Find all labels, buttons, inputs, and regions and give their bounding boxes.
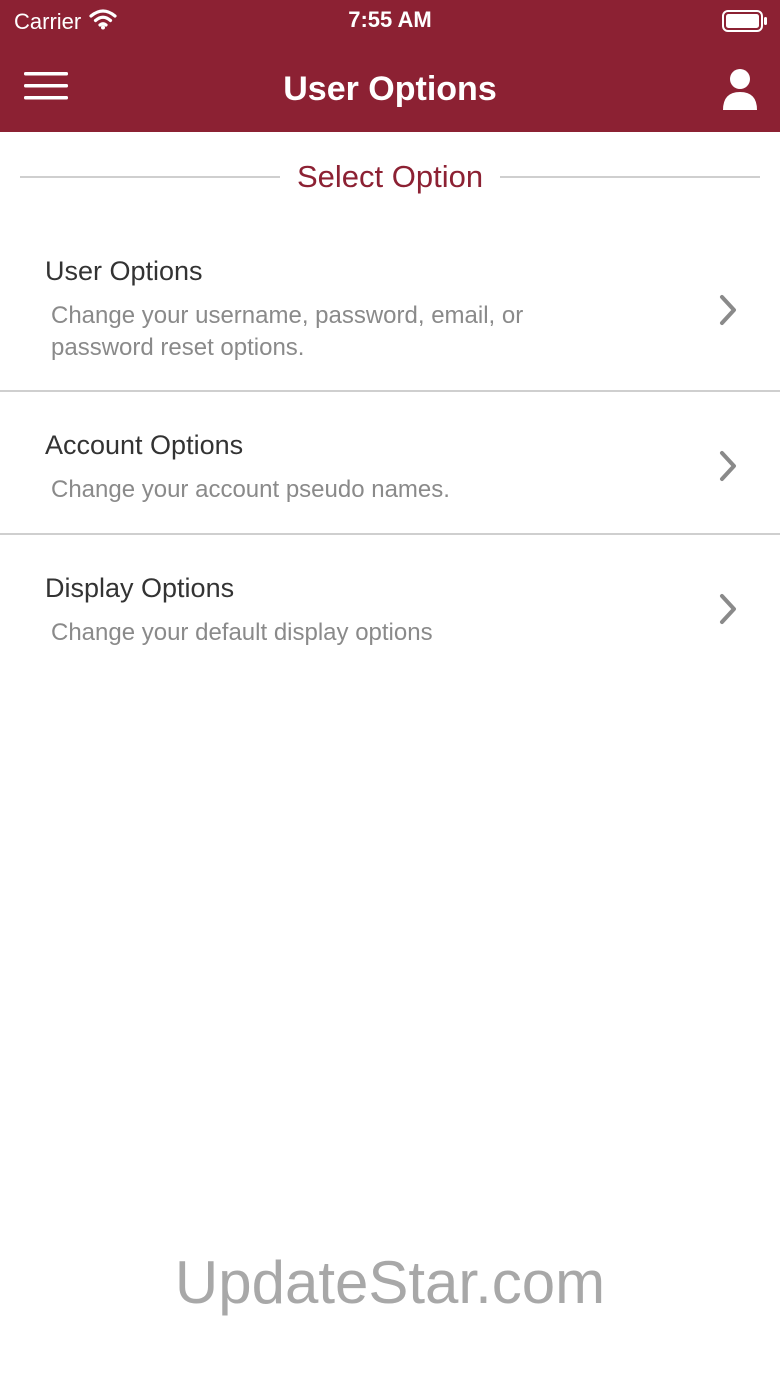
option-user-options[interactable]: User Options Change your username, passw… bbox=[0, 222, 780, 392]
section-divider-right bbox=[500, 176, 761, 178]
page-title: User Options bbox=[283, 70, 497, 108]
option-title: User Options bbox=[45, 256, 203, 286]
nav-bar: User Options bbox=[0, 42, 780, 132]
option-title: Account Options bbox=[45, 430, 244, 460]
watermark: UpdateStar.com bbox=[174, 1249, 606, 1316]
section-title: Select Option bbox=[296, 159, 484, 194]
user-profile-button[interactable] bbox=[720, 68, 760, 112]
status-time: 7:55 AM bbox=[348, 7, 432, 32]
chevron-right-icon bbox=[716, 448, 740, 484]
chevron-right-icon bbox=[716, 292, 740, 328]
option-description: Change your username, password, email, o… bbox=[51, 302, 524, 361]
section-divider-left bbox=[20, 176, 280, 178]
user-profile-icon bbox=[720, 69, 760, 116]
section-header: Select Option bbox=[20, 154, 761, 200]
option-title: Display Options bbox=[45, 573, 235, 603]
option-display-options[interactable]: Display Options Change your default disp… bbox=[0, 535, 780, 675]
option-account-options[interactable]: Account Options Change your account pseu… bbox=[0, 392, 780, 535]
option-description: Change your account pseudo names. bbox=[51, 476, 450, 503]
battery-icon bbox=[722, 10, 768, 37]
option-description: Change your default display options bbox=[51, 619, 433, 646]
options-list: User Options Change your username, passw… bbox=[0, 222, 780, 675]
status-bar: Carrier 7:55 AM bbox=[0, 0, 780, 42]
chevron-right-icon bbox=[716, 591, 740, 627]
